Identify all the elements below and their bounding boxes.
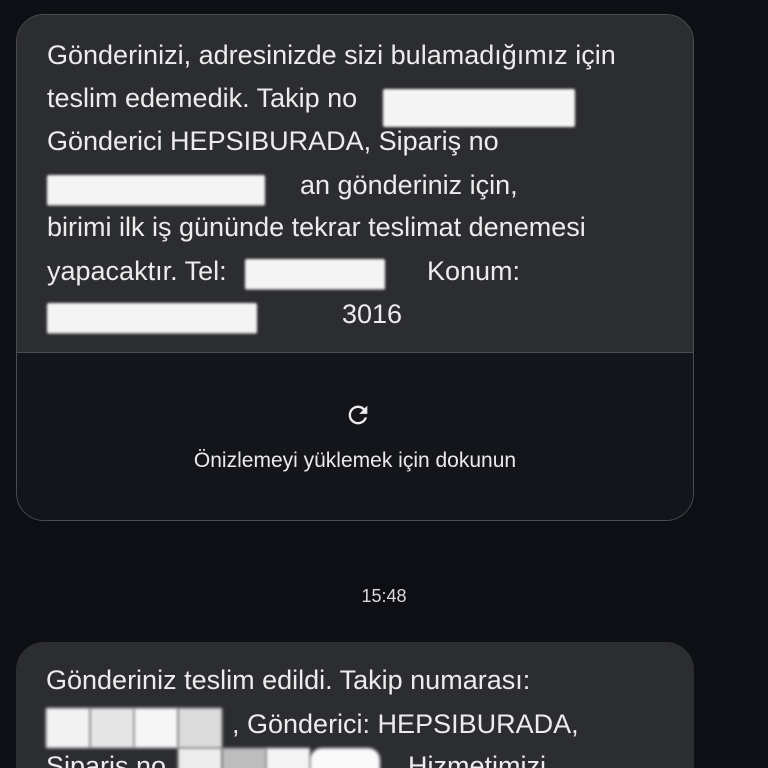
message-line-3: Gönderici HEPSIBURADA, Sipariş no [47, 126, 499, 156]
link-preview-placeholder[interactable]: Önizlemeyi yüklemek için dokunun [17, 353, 693, 520]
message-bubble-delivered[interactable]: Gönderiniz teslim edildi. Takip numarası… [16, 642, 694, 768]
message-line-1: Gönderinizi, adresinizde sizi bulamadığı… [47, 40, 616, 70]
message2-line-2: , Gönderici: HEPSIBURADA, [232, 709, 579, 739]
refresh-icon[interactable] [344, 401, 372, 429]
message2-line-4: Hizmetimizi [408, 751, 546, 768]
preview-load-label: Önizlemeyi yüklemek için dokunun [193, 449, 517, 472]
message-line-7: Konum: [427, 256, 521, 286]
redacted-block [266, 748, 310, 768]
redacted-block [222, 748, 266, 768]
message-text-area: Gönderinizi, adresinizde sizi bulamadığı… [17, 15, 693, 352]
redacted-phone-number [245, 259, 385, 290]
message-line-5: birimi ilk iş gününde tekrar teslimat de… [47, 212, 586, 242]
redacted-block [310, 748, 380, 768]
redacted-location [47, 303, 257, 334]
messages-screen: Gönderinizi, adresinizde sizi bulamadığı… [0, 0, 768, 768]
message2-line-3: Sipariş no [46, 751, 167, 768]
redacted-block [178, 748, 222, 768]
message-line-2: teslim edemedik. Takip no [47, 83, 358, 113]
message-line-4: an gönderiniz için, [300, 170, 518, 200]
message-line-6: yapacaktır. Tel: [47, 256, 227, 286]
message2-line-1: Gönderiniz teslim edildi. Takip numarası… [46, 665, 531, 695]
message-bubble-failed-delivery[interactable]: Gönderinizi, adresinizde sizi bulamadığı… [16, 14, 694, 521]
redacted-block [134, 708, 178, 748]
redacted-tracking-number [383, 89, 575, 127]
message-line-8: 3016 [342, 299, 403, 329]
redacted-block [90, 708, 134, 748]
redacted-block [178, 708, 222, 748]
redacted-block [46, 708, 90, 748]
redacted-order-number [47, 175, 265, 206]
message-timestamp: 15:48 [361, 586, 407, 606]
